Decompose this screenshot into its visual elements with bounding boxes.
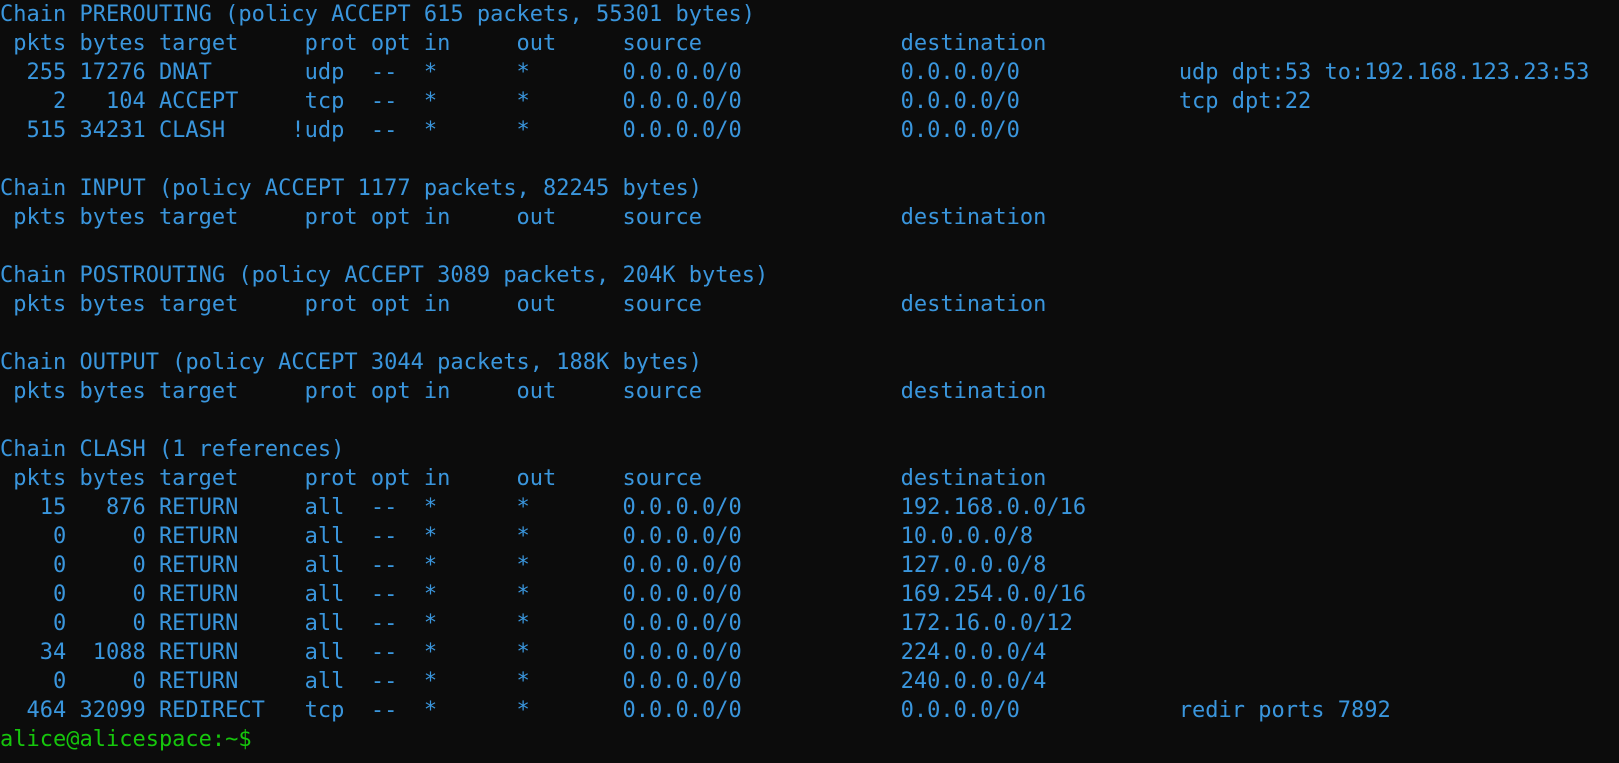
terminal-line: 255 17276 DNAT udp -- * * 0.0.0.0/0 0.0.…	[0, 60, 1590, 85]
terminal-window[interactable]: Chain PREROUTING (policy ACCEPT 615 pack…	[0, 0, 1619, 763]
shell-prompt[interactable]: alice@alicespace:~$	[0, 725, 252, 754]
terminal-line: pkts bytes target prot opt in out source…	[0, 205, 1047, 230]
terminal-line: Chain PREROUTING (policy ACCEPT 615 pack…	[0, 2, 755, 27]
terminal-line: 0 0 RETURN all -- * * 0.0.0.0/0 172.16.0…	[0, 611, 1073, 636]
terminal-line: Chain POSTROUTING (policy ACCEPT 3089 pa…	[0, 263, 769, 288]
terminal-line: pkts bytes target prot opt in out source…	[0, 379, 1047, 404]
terminal-line: 15 876 RETURN all -- * * 0.0.0.0/0 192.1…	[0, 495, 1087, 520]
terminal-line: pkts bytes target prot opt in out source…	[0, 292, 1047, 317]
terminal-line: 0 0 RETURN all -- * * 0.0.0.0/0 169.254.…	[0, 582, 1087, 607]
terminal-line: 515 34231 CLASH !udp -- * * 0.0.0.0/0 0.…	[0, 118, 1020, 143]
terminal-line: pkts bytes target prot opt in out source…	[0, 31, 1047, 56]
terminal-line: 0 0 RETURN all -- * * 0.0.0.0/0 10.0.0.0…	[0, 524, 1034, 549]
terminal-line: 0 0 RETURN all -- * * 0.0.0.0/0 240.0.0.…	[0, 669, 1047, 694]
terminal-line: 2 104 ACCEPT tcp -- * * 0.0.0.0/0 0.0.0.…	[0, 89, 1312, 114]
terminal-line: Chain OUTPUT (policy ACCEPT 3044 packets…	[0, 350, 702, 375]
terminal-line: 34 1088 RETURN all -- * * 0.0.0.0/0 224.…	[0, 640, 1047, 665]
terminal-line: 464 32099 REDIRECT tcp -- * * 0.0.0.0/0 …	[0, 698, 1391, 723]
terminal-line: Chain INPUT (policy ACCEPT 1177 packets,…	[0, 176, 702, 201]
terminal-line: pkts bytes target prot opt in out source…	[0, 466, 1047, 491]
terminal-line: 0 0 RETURN all -- * * 0.0.0.0/0 127.0.0.…	[0, 553, 1047, 578]
terminal-line: Chain CLASH (1 references)	[0, 437, 345, 462]
